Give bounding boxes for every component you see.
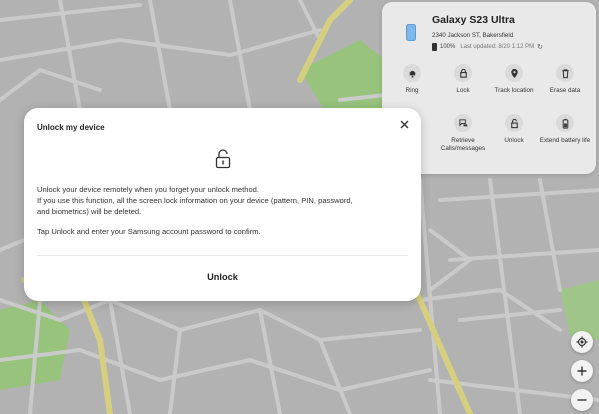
close-icon — [400, 120, 408, 128]
close-button[interactable] — [397, 117, 411, 131]
battery-level: 100% — [440, 44, 456, 50]
dialog-title: Unlock my device — [37, 123, 105, 132]
action-label: Retrieve Calls/messages — [440, 137, 486, 153]
erase-data-button[interactable]: Erase data — [536, 64, 594, 95]
dialog-text: If you use this function, all the screen… — [37, 195, 353, 205]
zoom-in-icon — [577, 366, 587, 376]
zoom-out-icon — [577, 399, 587, 401]
extend-battery-button[interactable]: Extend battery life — [536, 114, 594, 145]
ring-button[interactable]: Ring — [383, 64, 441, 95]
dialog-text: and biometrics) will be deleted. — [37, 206, 142, 216]
dialog-body: Unlock your device remotely when you for… — [37, 185, 412, 238]
zoom-in-button[interactable] — [571, 360, 593, 382]
unlock-confirm-button[interactable]: Unlock — [24, 272, 421, 282]
my-location-button[interactable] — [571, 331, 593, 353]
battery-icon — [432, 43, 437, 51]
dialog-text: Unlock your device remotely when you for… — [37, 185, 260, 194]
location-pin-icon — [510, 68, 518, 78]
action-label: Unlock — [504, 137, 524, 144]
track-location-button[interactable]: Track location — [485, 64, 543, 95]
trash-icon — [561, 68, 569, 78]
retrieve-calls-button[interactable]: Retrieve Calls/messages — [434, 114, 492, 153]
device-address: 2340 Jackson ST, Bakersfield — [432, 32, 514, 39]
divider — [37, 255, 408, 256]
device-name: Galaxy S23 Ultra — [432, 14, 515, 26]
messages-icon — [458, 118, 467, 127]
phone-icon — [406, 24, 416, 41]
action-label: Track location — [494, 87, 534, 94]
zoom-out-button[interactable] — [571, 389, 593, 411]
battery-icon — [562, 118, 568, 129]
lock-button[interactable]: Lock — [434, 64, 492, 95]
lock-icon — [459, 68, 467, 78]
my-location-icon — [576, 336, 588, 348]
unlock-icon — [510, 118, 518, 128]
dialog-text: Tap Unlock and enter your Samsung accoun… — [37, 227, 261, 237]
unlock-dialog: Unlock my device Unlock your device remo… — [24, 108, 421, 301]
action-label: Erase data — [549, 87, 581, 94]
device-status: 100% Last updated: 8/20 1:12 PM ↻ — [432, 43, 543, 51]
action-label: Extend battery life — [539, 137, 591, 144]
action-label: Ring — [405, 87, 419, 94]
last-updated: Last updated: 8/20 1:12 PM — [460, 44, 535, 50]
action-label: Lock — [456, 87, 470, 94]
refresh-icon[interactable]: ↻ — [537, 43, 543, 51]
unlock-button[interactable]: Unlock — [485, 114, 543, 145]
unlock-icon — [215, 149, 231, 169]
ring-icon — [409, 70, 415, 78]
